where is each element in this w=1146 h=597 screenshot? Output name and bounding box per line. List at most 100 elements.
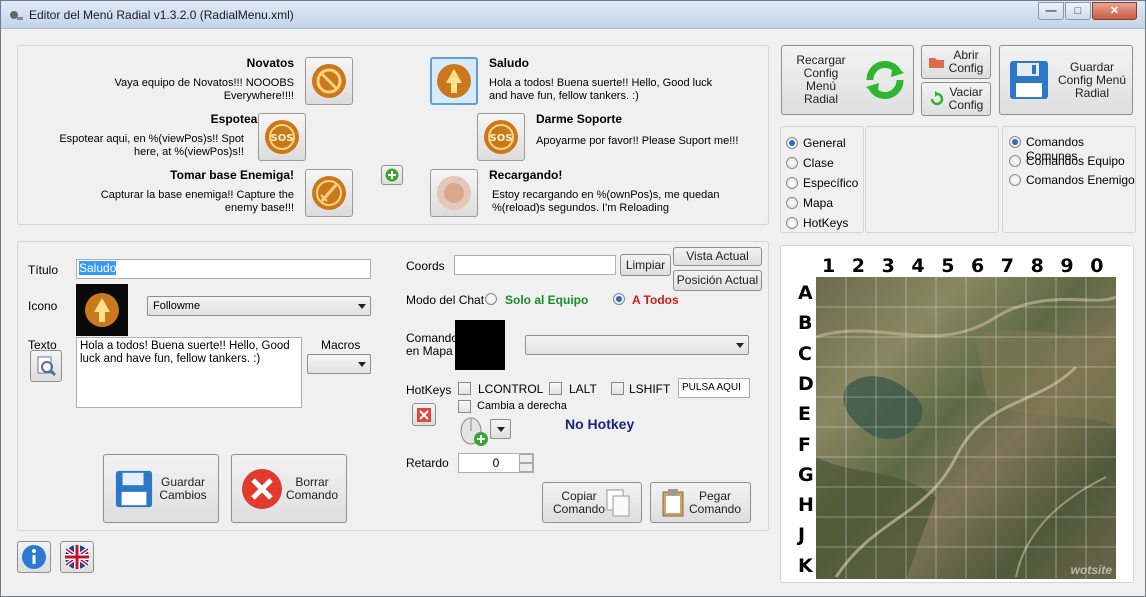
- command-type-group: Comandos Comunes Comandos Equipo Comando…: [1002, 126, 1136, 233]
- map-column-label: 6: [971, 255, 985, 277]
- radio-label: Comandos Enemigo: [1026, 173, 1135, 187]
- coords-label: Coords: [406, 259, 445, 273]
- title-bar: Editor del Menú Radial v1.3.2.0 (RadialM…: [1, 1, 1145, 29]
- open-config-label: Abrir Config: [948, 48, 984, 75]
- coords-input[interactable]: [454, 255, 616, 275]
- save-config-label: Guardar Config Menú Radial: [1057, 59, 1127, 100]
- reload-config-label: Recargar Config Menú Radial: [796, 53, 846, 106]
- sword-icon: [312, 176, 346, 210]
- language-button[interactable]: [60, 541, 94, 573]
- lshift-label: LSHIFT: [629, 382, 671, 396]
- radio-general[interactable]: [786, 137, 798, 149]
- command-darme-soporte-button[interactable]: SOS: [477, 113, 525, 161]
- save-config-button[interactable]: Guardar Config Menú Radial: [999, 45, 1133, 115]
- command-title: Novatos: [246, 56, 294, 70]
- save-changes-label: Guardar Cambios: [159, 474, 207, 502]
- current-position-button[interactable]: Posición Actual: [673, 270, 762, 291]
- text-textarea[interactable]: Hola a todos! Buena suerte!! Hello, Good…: [76, 337, 302, 408]
- empty-config-label: Vaciar Config: [948, 85, 984, 112]
- map-column-label: 2: [851, 255, 866, 277]
- lcontrol-label: LCONTROL: [478, 382, 544, 396]
- map-panel: 1234567890 ABCDEFGHJK wotsite: [780, 245, 1134, 583]
- close-button[interactable]: ✕: [1092, 2, 1137, 20]
- hotkey-status: No Hotkey: [565, 416, 635, 432]
- command-espotear-button[interactable]: SOS: [258, 113, 306, 161]
- title-input[interactable]: Saludo: [76, 259, 371, 279]
- mouse-add-icon[interactable]: [458, 417, 490, 447]
- radio-comandos-comunes[interactable]: [1009, 136, 1021, 148]
- radio-comandos-equipo[interactable]: [1009, 155, 1021, 167]
- command-title: Recargando!: [489, 168, 563, 182]
- radio-label: Comandos Equipo: [1026, 154, 1125, 168]
- main-window: Editor del Menú Radial v1.3.2.0 (RadialM…: [0, 0, 1146, 597]
- icon-select[interactable]: Followme: [147, 296, 371, 316]
- map-command-select[interactable]: [525, 335, 749, 355]
- minimap-terrain: [816, 277, 1116, 579]
- radio-all-chat[interactable]: [613, 293, 625, 305]
- map-column-label: 8: [1030, 255, 1044, 277]
- fire-arrow-icon: [85, 293, 119, 327]
- delay-spin-up[interactable]: [519, 454, 533, 463]
- radio-comandos-enemigo[interactable]: [1009, 174, 1021, 186]
- delay-spin-down[interactable]: [519, 463, 533, 472]
- lalt-checkbox[interactable]: [549, 382, 562, 395]
- map-column-label: 1: [822, 255, 836, 277]
- radio-label: Específico: [803, 176, 859, 190]
- command-novatos-button[interactable]: [305, 57, 353, 105]
- command-text: Apoyarme por favor!! Please Suport me!!!: [536, 135, 739, 147]
- swap-right-checkbox[interactable]: [458, 400, 471, 413]
- save-changes-button[interactable]: Guardar Cambios: [103, 454, 219, 523]
- radio-team-chat[interactable]: [485, 293, 497, 305]
- maximize-button[interactable]: □: [1065, 2, 1091, 20]
- map-column-label: 7: [1000, 255, 1015, 277]
- icon-select-value: Followme: [153, 300, 201, 312]
- lcontrol-checkbox[interactable]: [458, 382, 471, 395]
- command-text: Vaya equipo de Novatos!!! NOOOBS Everywh…: [114, 77, 294, 102]
- preview-text-button[interactable]: [30, 350, 62, 382]
- add-command-button[interactable]: [381, 165, 403, 185]
- radial-menu-panel: Novatos Vaya equipo de Novatos!!! NOOOBS…: [17, 45, 769, 225]
- copy-icon: [606, 489, 630, 516]
- command-recargando-button[interactable]: [430, 169, 478, 217]
- floppy-disk-icon: [1010, 61, 1048, 99]
- clear-coords-button[interactable]: Limpiar: [620, 254, 671, 276]
- paste-command-button[interactable]: Pegar Comando: [650, 482, 751, 523]
- command-text: Espotear aqui, en %(viewPos)s!! Spot her…: [59, 133, 244, 158]
- map-row-label: J: [798, 524, 806, 547]
- open-config-button[interactable]: Abrir Config: [921, 45, 991, 79]
- clear-hotkey-button[interactable]: [412, 403, 436, 426]
- radio-hotkeys[interactable]: [786, 217, 798, 229]
- reload-config-button[interactable]: Recargar Config Menú Radial: [781, 45, 914, 115]
- command-title: Saludo: [489, 56, 530, 70]
- icon-label: Icono: [28, 299, 58, 313]
- folder-open-icon: [929, 58, 944, 68]
- radio-clase[interactable]: [786, 157, 798, 169]
- map-row-label: K: [798, 554, 813, 577]
- map-row-label: G: [798, 463, 814, 486]
- command-title: Tomar base Enemiga!: [170, 168, 294, 182]
- command-saludo-button[interactable]: [430, 57, 478, 105]
- map-column-label: 9: [1060, 255, 1074, 277]
- mouse-button-select[interactable]: [490, 419, 511, 439]
- hotkey-capture-input[interactable]: PULSA AQUI: [678, 378, 750, 398]
- title-label: Título: [28, 263, 59, 277]
- team-chat-label: Solo al Equipo: [505, 293, 589, 307]
- lshift-checkbox[interactable]: [611, 382, 624, 395]
- current-view-button[interactable]: Vista Actual: [673, 247, 762, 266]
- refresh-icon: [866, 60, 904, 100]
- copy-command-button[interactable]: Copiar Comando: [542, 482, 642, 523]
- window-title: Editor del Menú Radial v1.3.2.0 (RadialM…: [29, 8, 294, 22]
- radio-mapa[interactable]: [786, 197, 798, 209]
- minimap[interactable]: wotsite: [816, 277, 1116, 579]
- macros-select[interactable]: [307, 354, 371, 374]
- magnifier-icon: [37, 356, 57, 377]
- empty-config-button[interactable]: Vaciar Config: [921, 82, 991, 116]
- delete-command-button[interactable]: Borrar Comando: [231, 454, 347, 523]
- info-button[interactable]: [17, 541, 51, 573]
- command-tomar-base-button[interactable]: [305, 169, 353, 217]
- radio-especifico[interactable]: [786, 177, 798, 189]
- command-title: Darme Soporte: [536, 112, 623, 126]
- minimize-button[interactable]: —: [1038, 2, 1064, 20]
- radio-label: General: [803, 136, 846, 150]
- radio-label: Clase: [803, 156, 834, 170]
